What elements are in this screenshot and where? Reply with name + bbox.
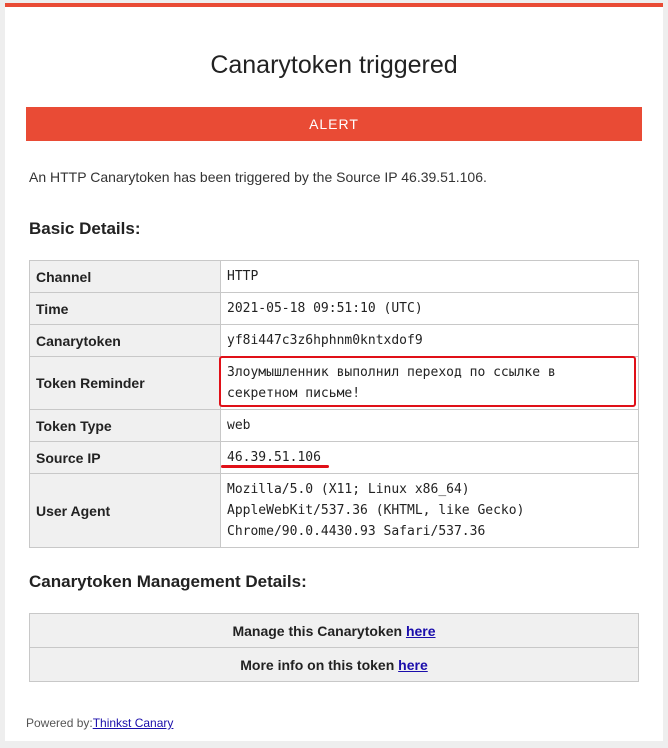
row-label: Channel xyxy=(29,260,221,293)
row-label: Canarytoken xyxy=(29,324,221,357)
table-row: Time 2021-05-18 09:51:10 (UTC) xyxy=(29,292,639,325)
intro-text: An HTTP Canarytoken has been triggered b… xyxy=(29,169,487,185)
channel-value: HTTP xyxy=(220,260,639,293)
table-row: User Agent Mozilla/5.0 (X11; Linux x86_6… xyxy=(29,473,639,548)
row-label: Token Reminder xyxy=(29,356,221,410)
source-ip-underline xyxy=(221,465,329,468)
user-agent-line: AppleWebKit/537.36 (KHTML, like Gecko) xyxy=(227,503,525,518)
info-here-link[interactable]: here xyxy=(398,657,428,673)
user-agent-value: Mozilla/5.0 (X11; Linux x86_64) AppleWeb… xyxy=(220,473,639,548)
user-agent-line: Chrome/90.0.4430.93 Safari/537.36 xyxy=(227,524,486,539)
row-label: Token Type xyxy=(29,409,221,442)
basic-details-heading: Basic Details: xyxy=(29,219,141,238)
manage-here-link[interactable]: here xyxy=(406,623,436,639)
page-title: Canarytoken triggered xyxy=(210,51,458,79)
row-label: User Agent xyxy=(29,473,221,548)
token-type-value: web xyxy=(220,409,639,442)
source-ip-value: 46.39.51.106 xyxy=(220,441,639,474)
table-row: Token Type web xyxy=(29,409,639,442)
time-value: 2021-05-18 09:51:10 (UTC) xyxy=(220,292,639,325)
email-card: Canarytoken triggered ALERT An HTTP Cana… xyxy=(5,3,663,741)
row-label: Time xyxy=(29,292,221,325)
alert-banner: ALERT xyxy=(26,107,642,141)
management-table: Manage this Canarytoken here More info o… xyxy=(29,613,639,682)
management-heading: Canarytoken Management Details: xyxy=(29,572,307,591)
row-label: Source IP xyxy=(29,441,221,474)
manage-text: Manage this Canarytoken xyxy=(232,622,406,639)
reminder-highlight-box xyxy=(219,356,636,407)
table-row: Manage this Canarytoken here xyxy=(29,613,639,648)
info-cell: More info on this token here xyxy=(29,647,639,682)
powered-by-label: Powered by: xyxy=(26,716,93,730)
user-agent-line: Mozilla/5.0 (X11; Linux x86_64) xyxy=(227,482,470,497)
table-row: Source IP 46.39.51.106 xyxy=(29,441,639,474)
footer: Powered by:Thinkst Canary xyxy=(26,716,173,730)
info-text: More info on this token xyxy=(240,656,399,673)
table-row: Canarytoken yf8i447c3z6hphnm0kntxdof9 xyxy=(29,324,639,357)
thinkst-canary-link[interactable]: Thinkst Canary xyxy=(93,716,174,730)
table-row: More info on this token here xyxy=(29,647,639,682)
table-row: Channel HTTP xyxy=(29,260,639,293)
canarytoken-value: yf8i447c3z6hphnm0kntxdof9 xyxy=(220,324,639,357)
manage-cell: Manage this Canarytoken here xyxy=(29,613,639,648)
